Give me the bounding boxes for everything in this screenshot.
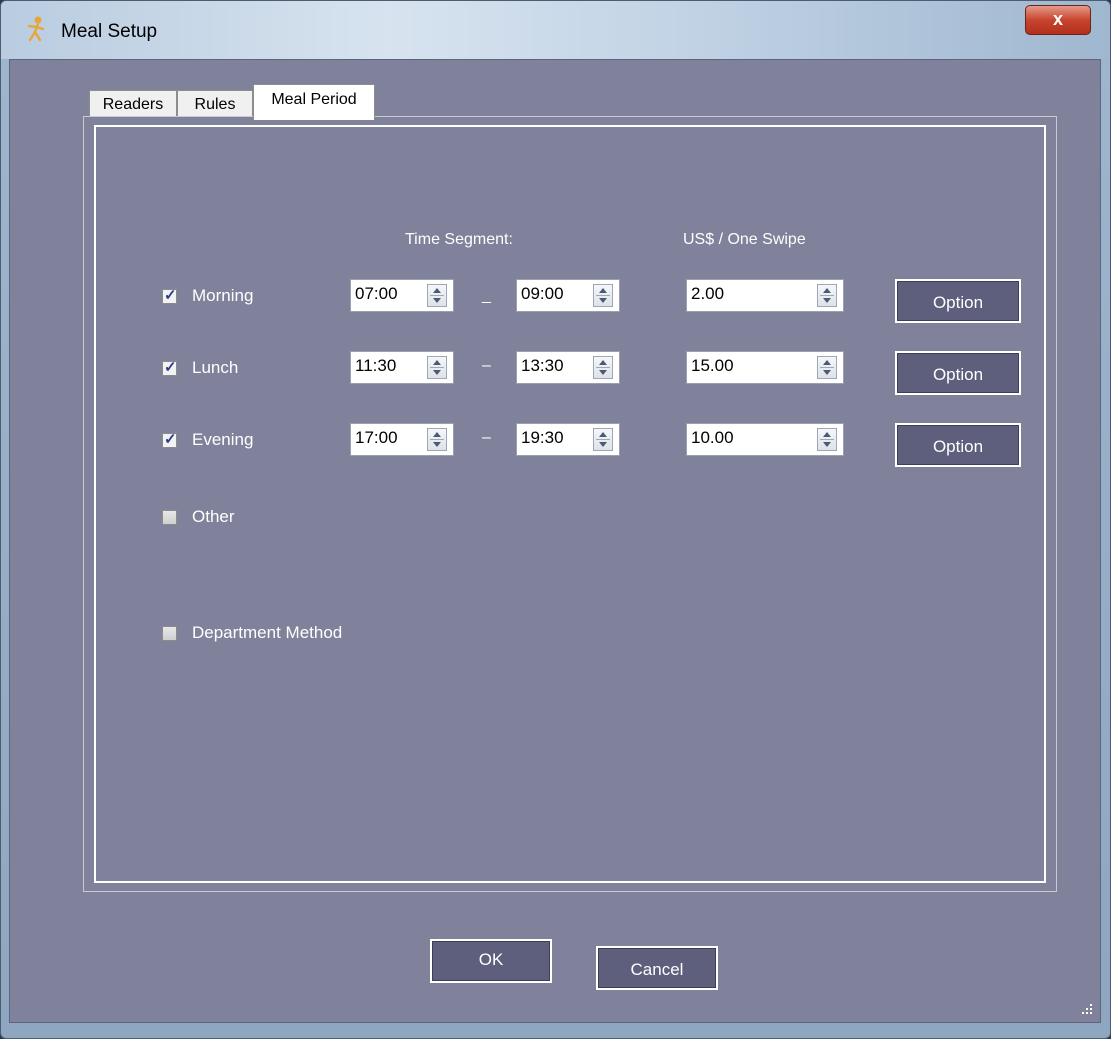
morning-price-spinner[interactable]: 2.00: [686, 279, 844, 312]
lunch-end-time-spinner[interactable]: 13:30: [516, 351, 620, 384]
time-range-separator: –: [482, 429, 491, 446]
spinner-arrows-icon[interactable]: [427, 356, 447, 379]
lunch-start-time-value: 11:30: [355, 356, 397, 375]
morning-start-time-spinner[interactable]: 07:00: [350, 279, 454, 312]
morning-end-time-value: 09:00: [521, 284, 564, 303]
morning-checkbox[interactable]: [162, 286, 177, 304]
morning-label: Morning: [192, 286, 254, 305]
morning-start-time-value: 07:00: [355, 284, 398, 303]
evening-option-button[interactable]: Option: [895, 423, 1021, 467]
evening-option-label: Option: [932, 437, 984, 456]
tab-rules[interactable]: Rules: [177, 90, 253, 119]
spinner-arrows-icon[interactable]: [817, 356, 837, 379]
time-range-separator: _: [482, 287, 491, 304]
lunch-option-label: Option: [932, 365, 984, 384]
cancel-button-label: Cancel: [630, 960, 684, 979]
title-bar[interactable]: Meal Setup x: [1, 1, 1110, 59]
evening-label: Evening: [192, 430, 254, 449]
evening-end-time-value: 19:30: [521, 428, 564, 447]
meal-period-panel: Time Segment: US$ / One Swipe Morning 07…: [83, 116, 1057, 892]
other-checkbox[interactable]: [162, 510, 177, 525]
key-person-icon: [27, 16, 45, 42]
lunch-start-time-spinner[interactable]: 11:30: [350, 351, 454, 384]
time-segment-header: Time Segment:: [405, 231, 513, 248]
evening-end-time-spinner[interactable]: 19:30: [516, 423, 620, 456]
lunch-label: Lunch: [192, 358, 239, 377]
lunch-checkbox[interactable]: [162, 358, 177, 376]
window-title: Meal Setup: [61, 21, 158, 42]
evening-price-value: 10.00: [691, 428, 734, 447]
spinner-arrows-icon[interactable]: [427, 428, 447, 451]
evening-price-spinner[interactable]: 10.00: [686, 423, 844, 456]
dialog-client-area: Readers Rules Meal Period Time Segment: …: [9, 59, 1101, 1023]
lunch-end-time-value: 13:30: [521, 356, 564, 375]
ok-button[interactable]: OK: [430, 939, 552, 983]
morning-price-value: 2.00: [691, 284, 725, 303]
spinner-arrows-icon[interactable]: [817, 428, 837, 451]
tab-rules-label: Rules: [194, 96, 236, 113]
close-button[interactable]: x: [1025, 5, 1091, 35]
tab-readers-label: Readers: [102, 96, 164, 113]
tab-readers[interactable]: Readers: [89, 90, 177, 119]
lunch-price-value: 15.00: [691, 356, 734, 375]
tab-meal-period[interactable]: Meal Period: [253, 84, 375, 120]
morning-option-label: Option: [932, 293, 984, 312]
resize-grip-icon[interactable]: [1080, 1002, 1094, 1016]
spinner-arrows-icon[interactable]: [593, 284, 613, 307]
other-label: Other: [192, 507, 235, 526]
spinner-arrows-icon[interactable]: [427, 284, 447, 307]
morning-end-time-spinner[interactable]: 09:00: [516, 279, 620, 312]
spinner-arrows-icon[interactable]: [593, 356, 613, 379]
close-icon: x: [1052, 9, 1063, 29]
spinner-arrows-icon[interactable]: [593, 428, 613, 451]
spinner-arrows-icon[interactable]: [817, 284, 837, 307]
evening-start-time-spinner[interactable]: 17:00: [350, 423, 454, 456]
tab-meal-period-label: Meal Period: [271, 91, 357, 108]
lunch-option-button[interactable]: Option: [895, 351, 1021, 395]
meal-setup-window: Meal Setup x Readers Rules Meal Period T…: [0, 0, 1111, 1039]
meal-period-frame: [94, 125, 1046, 883]
ok-button-label: OK: [478, 950, 504, 969]
evening-checkbox[interactable]: [162, 430, 177, 448]
department-method-label: Department Method: [192, 623, 343, 642]
cancel-button[interactable]: Cancel: [596, 946, 718, 990]
lunch-price-spinner[interactable]: 15.00: [686, 351, 844, 384]
department-method-checkbox[interactable]: [162, 626, 177, 641]
price-per-swipe-header: US$ / One Swipe: [683, 231, 806, 248]
evening-start-time-value: 17:00: [355, 428, 398, 447]
time-range-separator: –: [482, 357, 491, 374]
morning-option-button[interactable]: Option: [895, 279, 1021, 323]
